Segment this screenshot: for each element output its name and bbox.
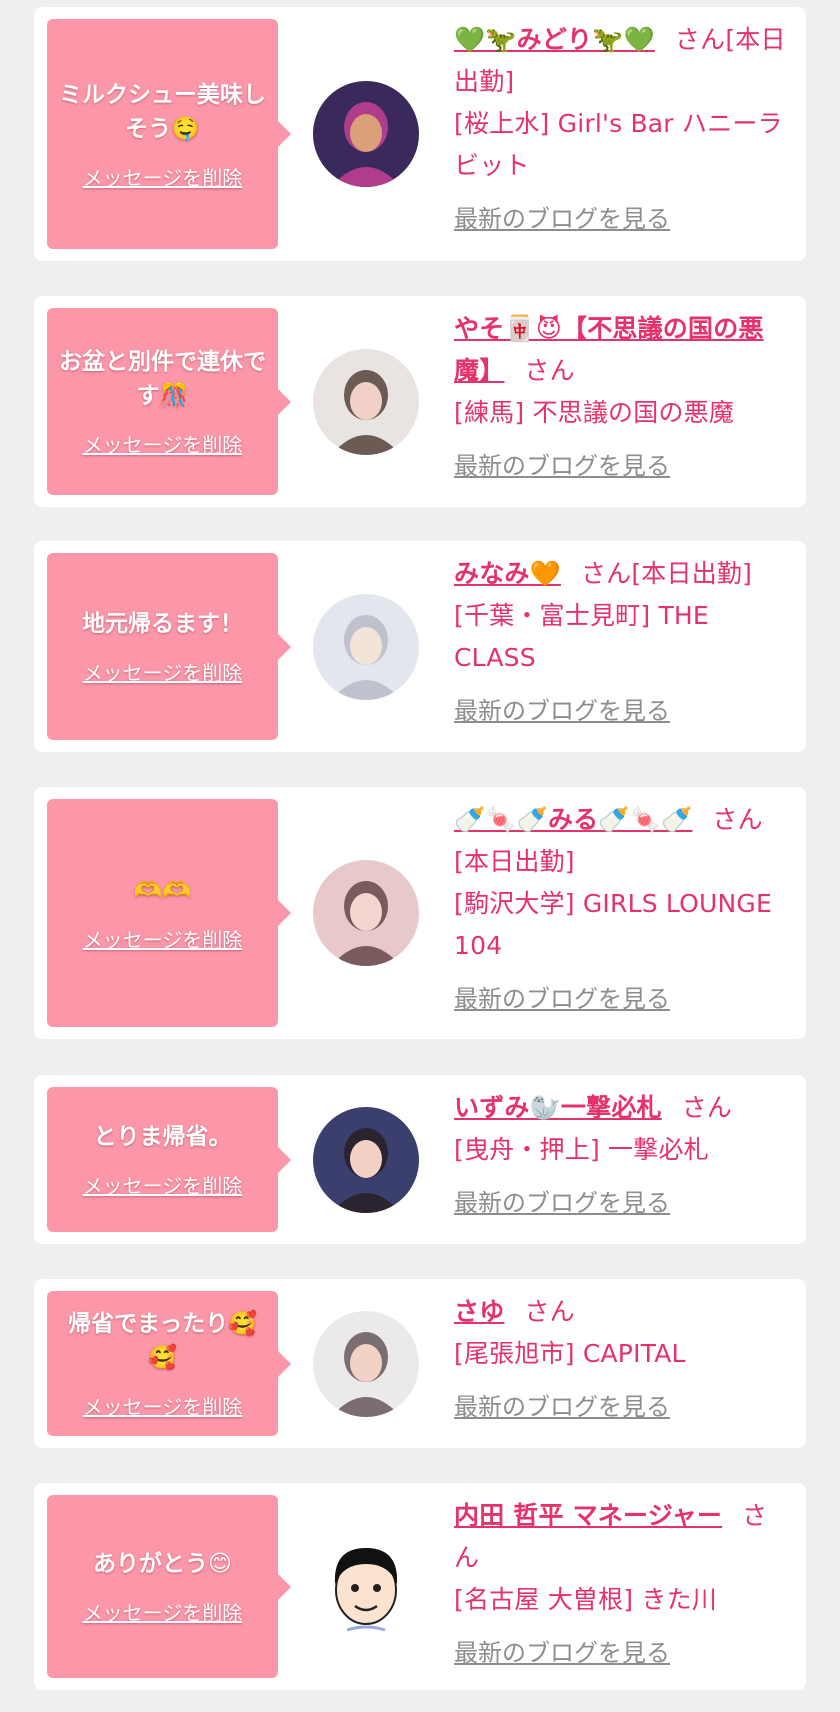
girl-avatar[interactable] <box>313 1534 419 1640</box>
girl-avatar[interactable] <box>313 81 419 187</box>
message-bubble: ミルクシュー美味しそう🤤 メッセージを削除 <box>47 19 291 249</box>
girl-name-link[interactable]: やそ🀄😈【不思議の国の悪魔】 <box>454 314 764 385</box>
delete-message-link[interactable]: メッセージを削除 <box>83 924 243 953</box>
girl-header: さゆ さん <box>454 1291 790 1333</box>
honorific-suffix: さん <box>580 559 632 588</box>
girl-name-link[interactable]: さゆ <box>454 1297 504 1326</box>
shop-name: [練馬] 不思議の国の悪魔 <box>454 398 735 427</box>
girl-name-link[interactable]: 内田 哲平 マネージャー <box>454 1501 722 1530</box>
shop-name: [曳舟・押上] 一撃必札 <box>454 1135 709 1164</box>
girl-info: いずみ🦭一撃必札 さん [曳舟・押上] 一撃必札最新のブログを見る <box>454 1087 790 1218</box>
message-text: ありがとう😊 <box>93 1551 232 1577</box>
message-card: ミルクシュー美味しそう🤤 メッセージを削除 💚🦖みどり🦖💚 さん[本日出勤] [桜上水]… <box>34 7 806 261</box>
message-card: 帰省でまったり🥰🥰 メッセージを削除 さゆ さん [尾張旭市] CAPITAL 最新のブロ… <box>34 1279 806 1448</box>
girl-info: みなみ🧡 さん[本日出勤] [千葉・富士見町] THE CLASS 最新のブログを見る <box>454 553 790 726</box>
message-bubble: ありがとう😊 メッセージを削除 <box>47 1495 291 1678</box>
message-text: 🫶🫶 <box>133 877 192 904</box>
message-card: 地元帰るます！ メッセージを削除 みなみ🧡 さん[本日出勤] [千葉・富士見町] THE… <box>34 541 806 752</box>
message-text: 帰省でまったり🥰🥰 <box>68 1311 257 1371</box>
girl-info: 内田 哲平 マネージャー さん [名古屋 大曽根] きた川最新のブログを見る <box>454 1495 790 1668</box>
girl-info: さゆ さん [尾張旭市] CAPITAL 最新のブログを見る <box>454 1291 790 1422</box>
latest-blog-link[interactable]: 最新のブログを見る <box>454 1387 670 1422</box>
message-card: とりま帰省。 メッセージを削除 いずみ🦭一撃必札 さん [曳舟・押上] 一撃必札最新のブ… <box>34 1075 806 1244</box>
shop-name: [尾張旭市] CAPITAL <box>454 1339 686 1368</box>
girl-photo-avatar-icon <box>313 1311 419 1417</box>
honorific-suffix: さん <box>674 25 726 54</box>
girl-header: 💚🦖みどり🦖💚 さん[本日出勤] <box>454 19 790 103</box>
girl-photo-avatar-icon <box>313 860 419 966</box>
girl-info: 🍼🍬🍼みる🍼🍬🍼 さん [本日出勤] [駒沢大学] GIRLS LOUNGE 104 最… <box>454 799 790 1014</box>
shop-name: [千葉・富士見町] THE CLASS <box>454 601 709 672</box>
girl-name-link[interactable]: 💚🦖みどり🦖💚 <box>454 25 655 54</box>
manager-cartoon-avatar-icon <box>313 1534 419 1640</box>
girl-header: いずみ🦭一撃必札 さん <box>454 1087 790 1129</box>
girl-avatar[interactable] <box>313 1311 419 1417</box>
delete-message-link[interactable]: メッセージを削除 <box>83 1170 243 1199</box>
delete-message-link[interactable]: メッセージを削除 <box>83 162 243 191</box>
latest-blog-link[interactable]: 最新のブログを見る <box>454 691 670 726</box>
girl-avatar[interactable] <box>313 594 419 700</box>
delete-message-link[interactable]: メッセージを削除 <box>83 1597 243 1626</box>
message-card-list: ミルクシュー美味しそう🤤 メッセージを削除 💚🦖みどり🦖💚 さん[本日出勤] [桜上水]… <box>0 0 840 1712</box>
girl-photo-avatar-icon <box>313 594 419 700</box>
latest-blog-link[interactable]: 最新のブログを見る <box>454 1633 670 1668</box>
work-status: [本日出勤] <box>631 559 753 588</box>
message-bubble: 帰省でまったり🥰🥰 メッセージを削除 <box>47 1291 291 1436</box>
girl-photo-avatar-icon <box>313 81 419 187</box>
girl-avatar[interactable] <box>313 1107 419 1213</box>
honorific-suffix: さん <box>524 356 575 385</box>
honorific-suffix: さん <box>712 805 763 834</box>
girl-photo-avatar-icon <box>313 1107 419 1213</box>
message-bubble: お盆と別件で連休です🎊 メッセージを削除 <box>47 308 291 495</box>
girl-avatar[interactable] <box>313 349 419 455</box>
latest-blog-link[interactable]: 最新のブログを見る <box>454 979 670 1014</box>
delete-message-link[interactable]: メッセージを削除 <box>83 657 243 686</box>
shop-name: [駒沢大学] GIRLS LOUNGE 104 <box>454 889 772 960</box>
work-status: [本日出勤] <box>454 847 575 876</box>
message-bubble: 地元帰るます！ メッセージを削除 <box>47 553 291 740</box>
delete-message-link[interactable]: メッセージを削除 <box>83 429 243 458</box>
latest-blog-link[interactable]: 最新のブログを見る <box>454 1183 670 1218</box>
latest-blog-link[interactable]: 最新のブログを見る <box>454 199 670 234</box>
shop-name: [桜上水] Girl's Bar ハニーラビット <box>454 109 783 180</box>
message-bubble: 🫶🫶 メッセージを削除 <box>47 799 291 1027</box>
honorific-suffix: さん <box>681 1093 733 1122</box>
latest-blog-link[interactable]: 最新のブログを見る <box>454 446 670 481</box>
girl-photo-avatar-icon <box>313 349 419 455</box>
message-card: 🫶🫶 メッセージを削除 🍼🍬🍼みる🍼🍬🍼 さん [本日出勤] [駒沢大学] GIRLS L… <box>34 787 806 1039</box>
girl-avatar[interactable] <box>313 860 419 966</box>
message-text: 地元帰るます！ <box>82 611 243 637</box>
message-card: お盆と別件で連休です🎊 メッセージを削除 やそ🀄😈【不思議の国の悪魔】 さん [練馬] … <box>34 296 806 507</box>
girl-name-link[interactable]: みなみ🧡 <box>454 559 561 588</box>
delete-message-link[interactable]: メッセージを削除 <box>83 1391 243 1420</box>
girl-header: 🍼🍬🍼みる🍼🍬🍼 さん [本日出勤] <box>454 799 790 883</box>
shop-name: [名古屋 大曽根] きた川 <box>454 1585 718 1614</box>
honorific-suffix: さん <box>524 1297 575 1326</box>
girl-name-link[interactable]: 🍼🍬🍼みる🍼🍬🍼 <box>454 805 692 834</box>
girl-info: 💚🦖みどり🦖💚 さん[本日出勤] [桜上水] Girl's Bar ハニーラビット最… <box>454 19 790 234</box>
message-text: とりま帰省。 <box>93 1124 232 1150</box>
girl-header: やそ🀄😈【不思議の国の悪魔】 さん <box>454 308 790 392</box>
girl-header: みなみ🧡 さん[本日出勤] <box>454 553 790 595</box>
message-card: ありがとう😊 メッセージを削除 内田 哲平 マネージャー さん [名古屋 大曽根] きた… <box>34 1483 806 1690</box>
girl-name-link[interactable]: いずみ🦭一撃必札 <box>454 1093 662 1122</box>
message-text: ミルクシュー美味しそう🤤 <box>59 81 266 142</box>
message-text: お盆と別件で連休です🎊 <box>59 349 266 409</box>
girl-header: 内田 哲平 マネージャー さん <box>454 1495 790 1579</box>
girl-info: やそ🀄😈【不思議の国の悪魔】 さん [練馬] 不思議の国の悪魔最新のブログを見る <box>454 308 790 481</box>
message-bubble: とりま帰省。 メッセージを削除 <box>47 1087 291 1232</box>
